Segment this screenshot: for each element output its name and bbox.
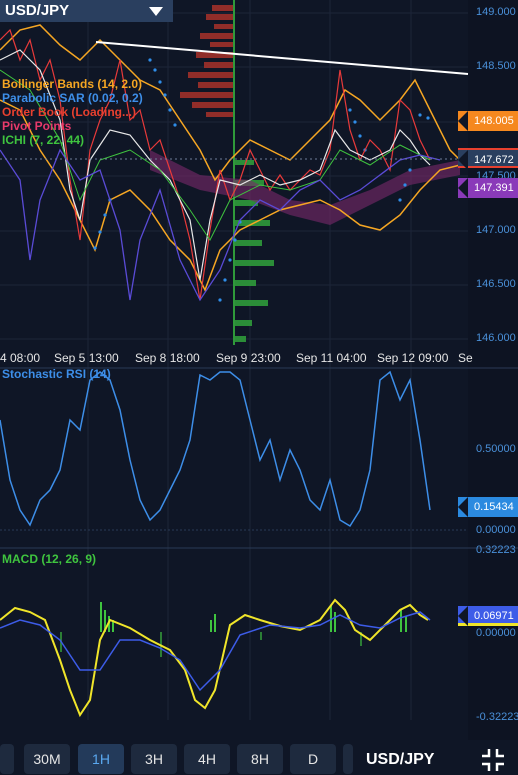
- time-tick: 4 08:00: [0, 351, 41, 365]
- price-tick: 148.500: [476, 60, 516, 72]
- time-tick: Sep 11 04:00: [296, 351, 367, 365]
- indicator-bollinger[interactable]: Bollinger Bands (14, 2.0): [2, 77, 143, 91]
- timeframe-d-button[interactable]: D: [290, 744, 336, 774]
- indicator-ichi[interactable]: ICHI (7, 22, 44): [2, 133, 143, 147]
- timeframe-3h-button[interactable]: 3H: [131, 744, 177, 774]
- macd-tick: -0.32223: [476, 711, 518, 723]
- price-tick: 147.000: [476, 224, 516, 236]
- timeframe-scroll-right[interactable]: [343, 744, 353, 774]
- indicator-sar[interactable]: Parabolic SAR (0.02, 0.2): [2, 91, 143, 105]
- stoch-tick: 0.00000: [476, 524, 516, 536]
- timeframe-scroll-left[interactable]: [0, 744, 14, 774]
- indicator-orderbook[interactable]: Order Book (Loading...): [2, 105, 143, 119]
- chevron-down-icon: [149, 7, 163, 16]
- macd-tick: 0.00000: [476, 627, 516, 639]
- price-tick: 146.500: [476, 278, 516, 290]
- symbol-selector[interactable]: USD/JPY: [0, 0, 173, 22]
- macd-tick: 0.32223: [476, 544, 516, 556]
- symbol-label: USD/JPY: [5, 2, 70, 19]
- price-tag-bollinger: 148.005: [458, 111, 518, 131]
- time-tick: Se: [458, 351, 473, 365]
- time-tick: Sep 12 09:00: [377, 351, 449, 365]
- price-tag-ichi: 147.391: [458, 178, 518, 198]
- time-tick: Sep 8 18:00: [135, 351, 200, 365]
- time-tick: Sep 9 23:00: [216, 351, 281, 365]
- stoch-tick: 0.50000: [476, 443, 516, 455]
- indicator-legend: Bollinger Bands (14, 2.0) Parabolic SAR …: [2, 77, 143, 147]
- indicator-pivot[interactable]: Pivot Points: [2, 119, 143, 133]
- price-tick: 149.000: [476, 6, 516, 18]
- footer-symbol[interactable]: USD/JPY: [366, 751, 434, 769]
- time-tick: Sep 5 13:00: [54, 351, 119, 365]
- timeframe-8h-button[interactable]: 8H: [237, 744, 283, 774]
- macd-title[interactable]: MACD (12, 26, 9): [2, 552, 96, 566]
- macd-value-tag: 0.06971: [458, 606, 518, 626]
- stoch-title[interactable]: Stochastic RSI (14): [2, 367, 111, 381]
- price-tag-current: 147.672: [458, 148, 518, 170]
- stoch-value-tag: 0.15434: [458, 497, 518, 517]
- timeframe-1h-button[interactable]: 1H: [78, 744, 124, 774]
- fullscreen-icon[interactable]: [480, 747, 506, 773]
- timeframe-30m-button[interactable]: 30M: [24, 744, 70, 774]
- timeframe-4h-button[interactable]: 4H: [184, 744, 230, 774]
- price-tick: 146.000: [476, 332, 516, 344]
